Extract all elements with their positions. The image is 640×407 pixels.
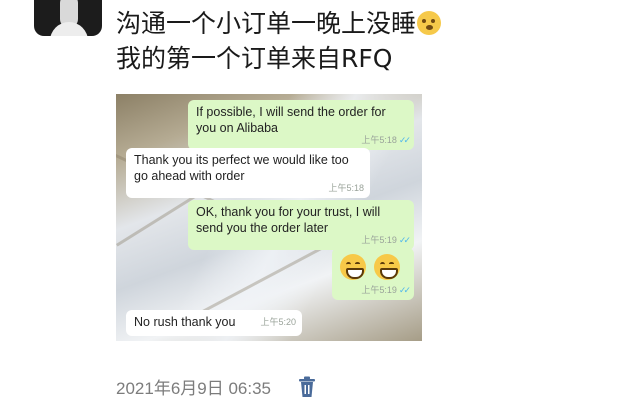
post-content: 沟通一个小订单一晚上没睡 我的第一个订单来自RFQ xyxy=(116,6,616,76)
chat-screenshot-image[interactable]: If possible, I will send the order for y… xyxy=(116,94,422,341)
double-check-icon: ✓✓ xyxy=(398,285,411,295)
chat-message: No rush thank you 上午5:20 xyxy=(126,310,302,336)
post-line-2: 我的第一个订单来自RFQ xyxy=(116,44,393,73)
post-timestamp: 2021年6月9日 06:35 xyxy=(116,379,271,398)
message-text: OK, thank you for your trust, I will sen… xyxy=(196,205,381,235)
message-time: 上午5:19 xyxy=(361,235,397,245)
chat-message: OK, thank you for your trust, I will sen… xyxy=(188,200,414,250)
chat-message-emoji: 上午5:19 ✓✓ xyxy=(332,248,414,300)
message-text: No rush thank you xyxy=(134,315,236,329)
message-meta: 上午5:18 ✓✓ xyxy=(361,132,411,148)
grimacing-face-icon xyxy=(417,11,442,35)
message-meta: 上午5:19 ✓✓ xyxy=(361,232,411,248)
double-check-icon: ✓✓ xyxy=(398,135,411,145)
message-text: If possible, I will send the order for y… xyxy=(196,105,386,135)
message-time: 上午5:18 xyxy=(328,183,364,193)
chat-message: Thank you its perfect we would like too … xyxy=(126,148,370,198)
grinning-face-icon xyxy=(374,254,400,280)
post-line-1: 沟通一个小订单一晚上没睡 xyxy=(116,6,616,41)
chat-message: If possible, I will send the order for y… xyxy=(188,100,414,150)
avatar[interactable] xyxy=(34,0,102,36)
message-text: Thank you its perfect we would like too … xyxy=(134,153,349,183)
message-time: 上午5:19 xyxy=(361,285,397,295)
message-meta: 上午5:19 ✓✓ xyxy=(361,282,411,298)
message-time: 上午5:18 xyxy=(361,135,397,145)
trash-icon[interactable] xyxy=(297,376,317,398)
message-time: 上午5:20 xyxy=(260,317,296,327)
grinning-face-icon xyxy=(340,254,366,280)
post-line-1-text: 沟通一个小订单一晚上没睡 xyxy=(116,9,417,38)
double-check-icon: ✓✓ xyxy=(398,235,411,245)
